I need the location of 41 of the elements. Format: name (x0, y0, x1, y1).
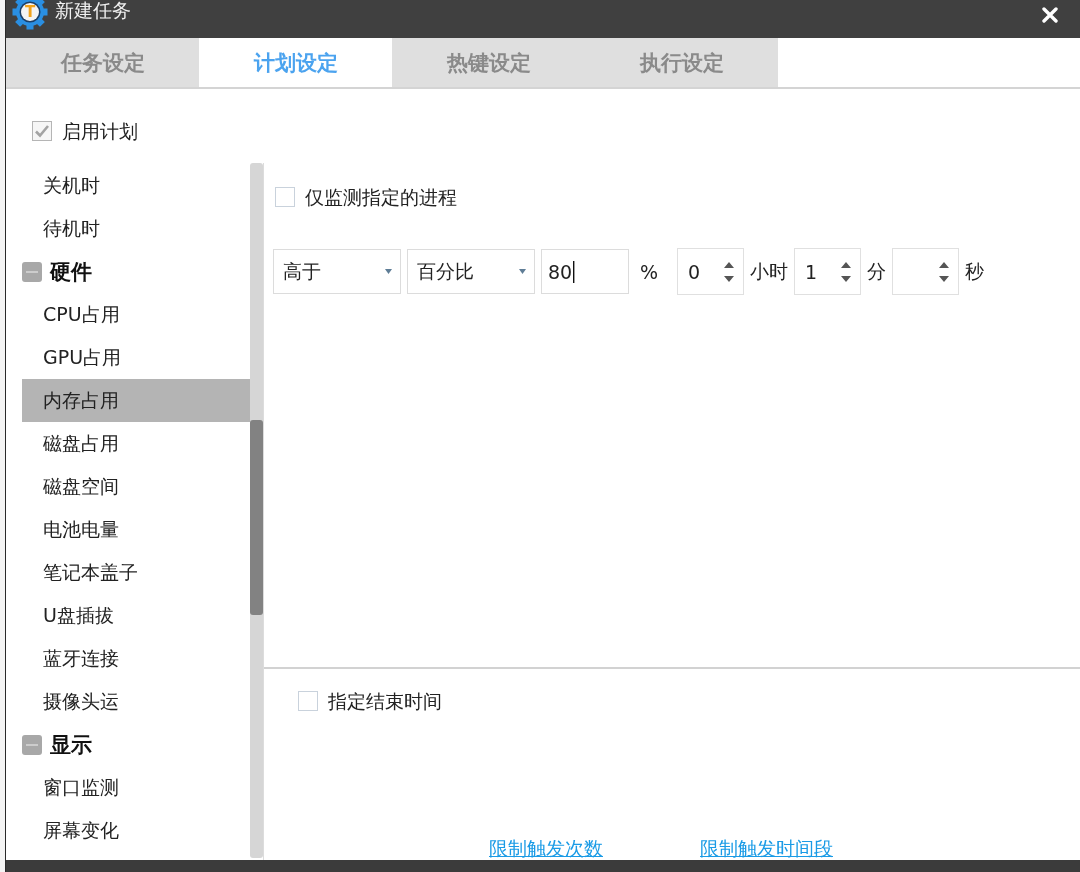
sidebar-item[interactable]: 摄像头运 (22, 680, 250, 723)
sidebar-group-header[interactable]: 硬件 (22, 250, 250, 293)
sidebar-group-header[interactable]: 显示 (22, 723, 250, 766)
sidebar-item[interactable]: 电池电量 (22, 508, 250, 551)
checkbox[interactable] (298, 691, 318, 711)
comparison-dropdown[interactable]: 高于 (273, 249, 401, 294)
scrollbar-track[interactable] (250, 163, 263, 858)
sidebar-item[interactable]: 内存占用 (22, 379, 250, 422)
unit-label: 小时 (750, 258, 789, 284)
sidebar-item[interactable]: 窗口监测 (22, 766, 250, 809)
sidebar-item[interactable]: 屏幕变化 (22, 809, 250, 852)
sidebar-item[interactable]: 笔记本盖子 (22, 551, 250, 594)
unit-dropdown[interactable]: 百分比 (407, 249, 535, 294)
dropdown-arrow-icon (519, 269, 526, 274)
minus-square-icon[interactable] (22, 734, 42, 755)
sidebar-item[interactable]: 待机时 (22, 207, 250, 250)
minus-square-icon[interactable] (22, 261, 42, 282)
sidebar-item[interactable]: 关机时 (22, 164, 250, 207)
spin-box[interactable]: 0 (677, 248, 745, 295)
sidebar-item[interactable]: 磁盘空间 (22, 465, 250, 508)
sidebar-item[interactable]: U盘插拔 (22, 594, 250, 637)
sidebar-item[interactable]: 磁盘占用 (22, 422, 250, 465)
checkbox[interactable] (32, 121, 52, 141)
unit-label: % (640, 260, 659, 283)
close-icon[interactable] (1042, 7, 1058, 23)
checkbox-label: 启用计划 (62, 119, 138, 143)
sidebar-item[interactable]: CPU占用 (22, 293, 250, 336)
sidebar-item[interactable]: GPU占用 (22, 336, 250, 379)
app-logo: T (12, 0, 48, 30)
unit-label: 秒 (965, 258, 985, 284)
window-title: 新建任务 (55, 0, 131, 22)
unit-label: 分 (867, 258, 887, 284)
threshold-input[interactable]: 80 (541, 249, 629, 294)
sidebar-item[interactable]: 蓝牙连接 (22, 637, 250, 680)
checkbox-label: 仅监测指定的进程 (305, 185, 457, 209)
dropdown-arrow-icon (385, 269, 392, 274)
spin-box[interactable]: 1 (794, 248, 862, 295)
scrollbar-thumb[interactable] (250, 420, 263, 615)
checkmark-icon (34, 124, 50, 138)
checkbox[interactable] (275, 187, 295, 207)
checkbox-label: 指定结束时间 (328, 689, 442, 713)
